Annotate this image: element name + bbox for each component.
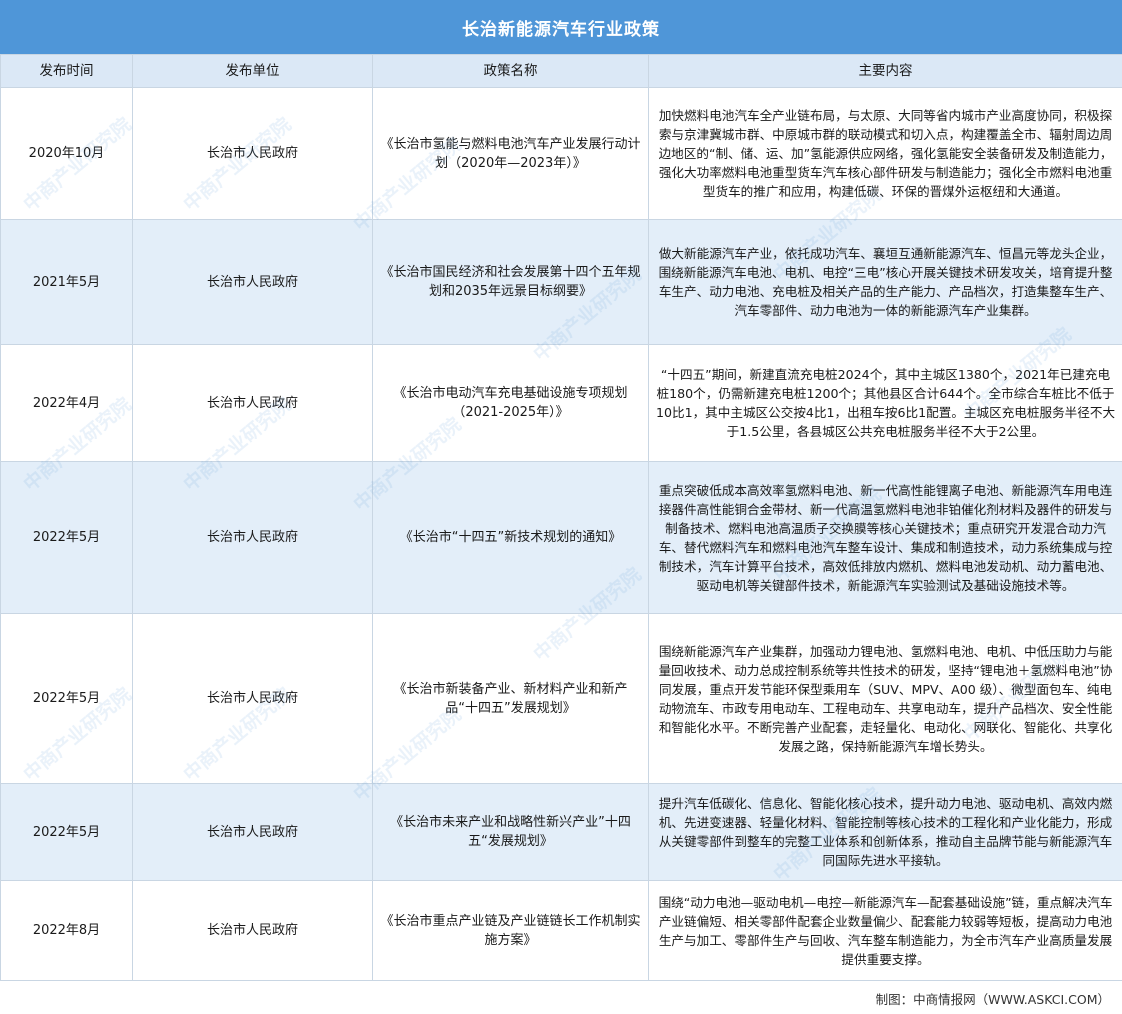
cell-unit: 长治市人民政府 [133,784,373,881]
cell-policy-name: 《长治市电动汽车充电基础设施专项规划（2021-2025年）》 [373,345,649,462]
table-header-row: 发布时间 发布单位 政策名称 主要内容 [1,55,1122,88]
cell-unit: 长治市人民政府 [133,881,373,981]
cell-unit: 长治市人民政府 [133,88,373,220]
cell-content: “十四五”期间，新建直流充电桩2024个，其中主城区1380个，2021年已建充… [649,345,1122,462]
table-row: 2020年10月 长治市人民政府 《长治市氢能与燃料电池汽车产业发展行动计划（2… [1,88,1122,220]
cell-content: 围绕新能源汽车产业集群，加强动力锂电池、氢燃料电池、电机、中低压助力与能量回收技… [649,614,1122,784]
cell-policy-name: 《长治市未来产业和战略性新兴产业”十四五“发展规划》 [373,784,649,881]
header-content: 主要内容 [649,55,1122,88]
cell-policy-name: 《长治市重点产业链及产业链链长工作机制实施方案》 [373,881,649,981]
footer: 制图：中商情报网（WWW.ASKCI.COM） [0,980,1122,1014]
cell-unit: 长治市人民政府 [133,345,373,462]
cell-time: 2022年5月 [1,784,133,881]
cell-content: 加快燃料电池汽车全产业链布局，与太原、大同等省内城市产业高度协同，积极探索与京津… [649,88,1122,220]
cell-policy-name: 《长治市氢能与燃料电池汽车产业发展行动计划（2020年—2023年）》 [373,88,649,220]
cell-unit: 长治市人民政府 [133,614,373,784]
cell-time: 2022年8月 [1,881,133,981]
cell-unit: 长治市人民政府 [133,462,373,614]
header-time: 发布时间 [1,55,133,88]
header-name: 政策名称 [373,55,649,88]
table-row: 2022年5月 长治市人民政府 《长治市未来产业和战略性新兴产业”十四五“发展规… [1,784,1122,881]
table-row: 2022年5月 长治市人民政府 《长治市新装备产业、新材料产业和新产品“十四五”… [1,614,1122,784]
cell-time: 2021年5月 [1,220,133,345]
cell-content: 重点突破低成本高效率氢燃料电池、新一代高性能锂离子电池、新能源汽车用电连接器件高… [649,462,1122,614]
cell-content: 做大新能源汽车产业，依托成功汽车、襄垣互通新能源汽车、恒昌元等龙头企业，围绕新能… [649,220,1122,345]
cell-unit: 长治市人民政府 [133,220,373,345]
table-row: 2022年5月 长治市人民政府 《长治市“十四五”新技术规划的通知》 重点突破低… [1,462,1122,614]
page-title: 长治新能源汽车行业政策 [0,0,1122,54]
cell-policy-name: 《长治市国民经济和社会发展第十四个五年规划和2035年远景目标纲要》 [373,220,649,345]
cell-content: 围绕“动力电池—驱动电机—电控—新能源汽车—配套基础设施”链，重点解决汽车产业链… [649,881,1122,981]
cell-time: 2020年10月 [1,88,133,220]
footer-credit: 制图：中商情报网（WWW.ASKCI.COM） [876,989,1110,1008]
table-row: 2022年4月 长治市人民政府 《长治市电动汽车充电基础设施专项规划（2021-… [1,345,1122,462]
cell-policy-name: 《长治市“十四五”新技术规划的通知》 [373,462,649,614]
cell-time: 2022年4月 [1,345,133,462]
header-unit: 发布单位 [133,55,373,88]
cell-time: 2022年5月 [1,462,133,614]
cell-policy-name: 《长治市新装备产业、新材料产业和新产品“十四五”发展规划》 [373,614,649,784]
policy-table: 发布时间 发布单位 政策名称 主要内容 2020年10月 长治市人民政府 《长治… [0,54,1122,981]
table-row: 2022年8月 长治市人民政府 《长治市重点产业链及产业链链长工作机制实施方案》… [1,881,1122,981]
table-row: 2021年5月 长治市人民政府 《长治市国民经济和社会发展第十四个五年规划和20… [1,220,1122,345]
cell-content: 提升汽车低碳化、信息化、智能化核心技术，提升动力电池、驱动电机、高效内燃机、先进… [649,784,1122,881]
cell-time: 2022年5月 [1,614,133,784]
